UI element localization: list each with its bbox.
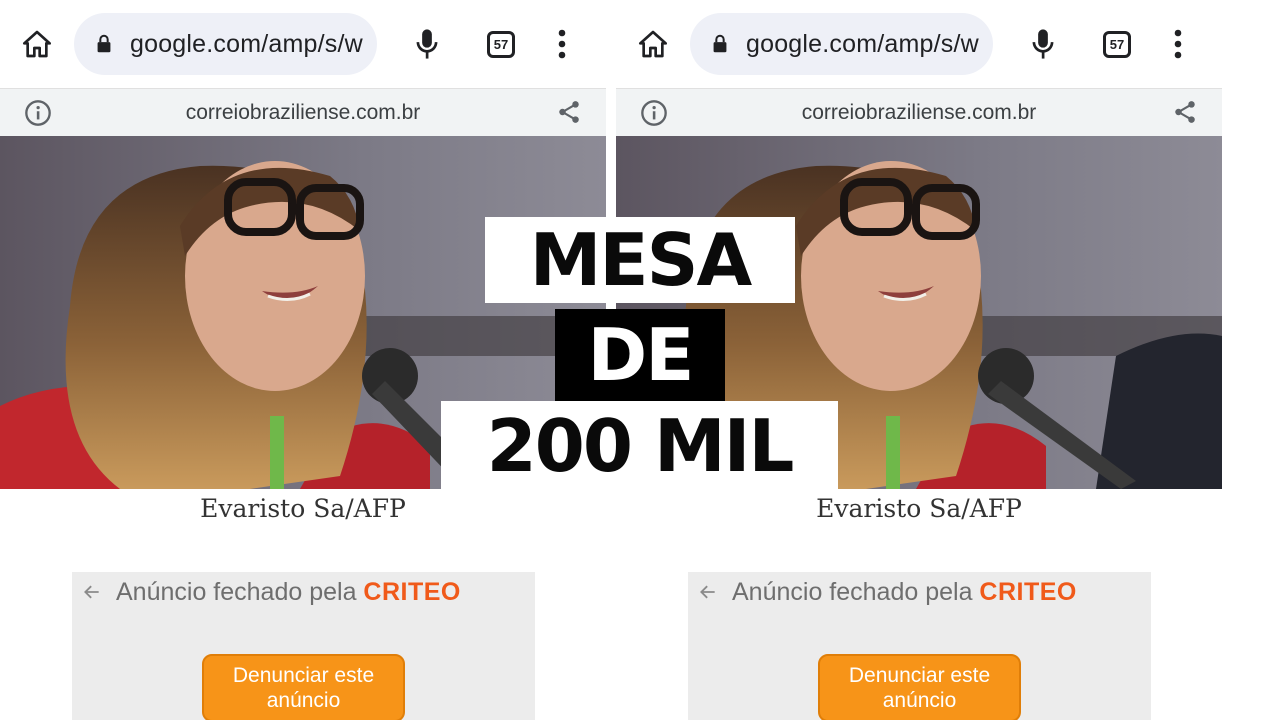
overflow-menu-button[interactable] (553, 27, 571, 61)
report-ad-button[interactable]: Denunciar este anúncio (818, 654, 1021, 720)
amp-domain[interactable]: correiobraziliense.com.br (0, 101, 606, 125)
browser-toolbar: google.com/amp/s/w 57 (0, 0, 606, 88)
home-icon (639, 30, 667, 58)
url-text: google.com/amp/s/w (130, 30, 363, 58)
tab-switcher-button[interactable]: 57 (487, 31, 515, 58)
address-bar[interactable]: google.com/amp/s/w (74, 13, 377, 75)
address-bar[interactable]: google.com/amp/s/w (690, 13, 993, 75)
tab-count: 57 (1109, 37, 1125, 52)
headline-line-3: 200 MIL (441, 401, 838, 491)
ad-closed-text: Anúncio fechado pela CRITEO (732, 578, 1077, 607)
amp-header-bar: correiobraziliense.com.br (616, 88, 1222, 136)
photo-credit: Evaristo Sa/AFP (816, 494, 1022, 523)
microphone-icon (1032, 29, 1054, 59)
closed-ad-panel: Anúncio fechado pela CRITEO Denunciar es… (688, 572, 1151, 720)
home-button[interactable] (18, 25, 56, 63)
headline-line-2: DE (555, 309, 725, 401)
more-vert-icon (558, 29, 566, 59)
lock-icon (97, 34, 111, 53)
ad-closed-label: Anúncio fechado pela (732, 578, 973, 606)
home-icon (23, 30, 51, 58)
criteo-logo: CRITEO (979, 578, 1077, 606)
amp-header-bar: correiobraziliense.com.br (0, 88, 606, 136)
lock-icon (713, 34, 727, 53)
voice-search-button[interactable] (1026, 26, 1060, 62)
overflow-menu-button[interactable] (1169, 27, 1187, 61)
url-text: google.com/amp/s/w (746, 30, 979, 58)
more-vert-icon (1174, 29, 1182, 59)
tab-switcher-button[interactable]: 57 (1103, 31, 1131, 58)
ad-closed-text: Anúncio fechado pela CRITEO (116, 578, 461, 607)
voice-search-button[interactable] (410, 26, 444, 62)
share-icon[interactable] (556, 99, 582, 125)
microphone-icon (416, 29, 438, 59)
headline-line-1: MESA (485, 217, 795, 303)
closed-ad-panel: Anúncio fechado pela CRITEO Denunciar es… (72, 572, 535, 720)
browser-toolbar: google.com/amp/s/w 57 (616, 0, 1222, 88)
report-ad-button[interactable]: Denunciar este anúncio (202, 654, 405, 720)
ad-closed-label: Anúncio fechado pela (116, 578, 357, 606)
photo-credit: Evaristo Sa/AFP (200, 494, 406, 523)
criteo-logo: CRITEO (363, 578, 461, 606)
back-arrow-icon[interactable] (698, 582, 718, 602)
amp-domain[interactable]: correiobraziliense.com.br (616, 101, 1222, 125)
phone-screenshot-left: google.com/amp/s/w 57 correiobraziliense… (0, 0, 606, 720)
back-arrow-icon[interactable] (82, 582, 102, 602)
home-button[interactable] (634, 25, 672, 63)
tab-count: 57 (493, 37, 509, 52)
share-icon[interactable] (1172, 99, 1198, 125)
